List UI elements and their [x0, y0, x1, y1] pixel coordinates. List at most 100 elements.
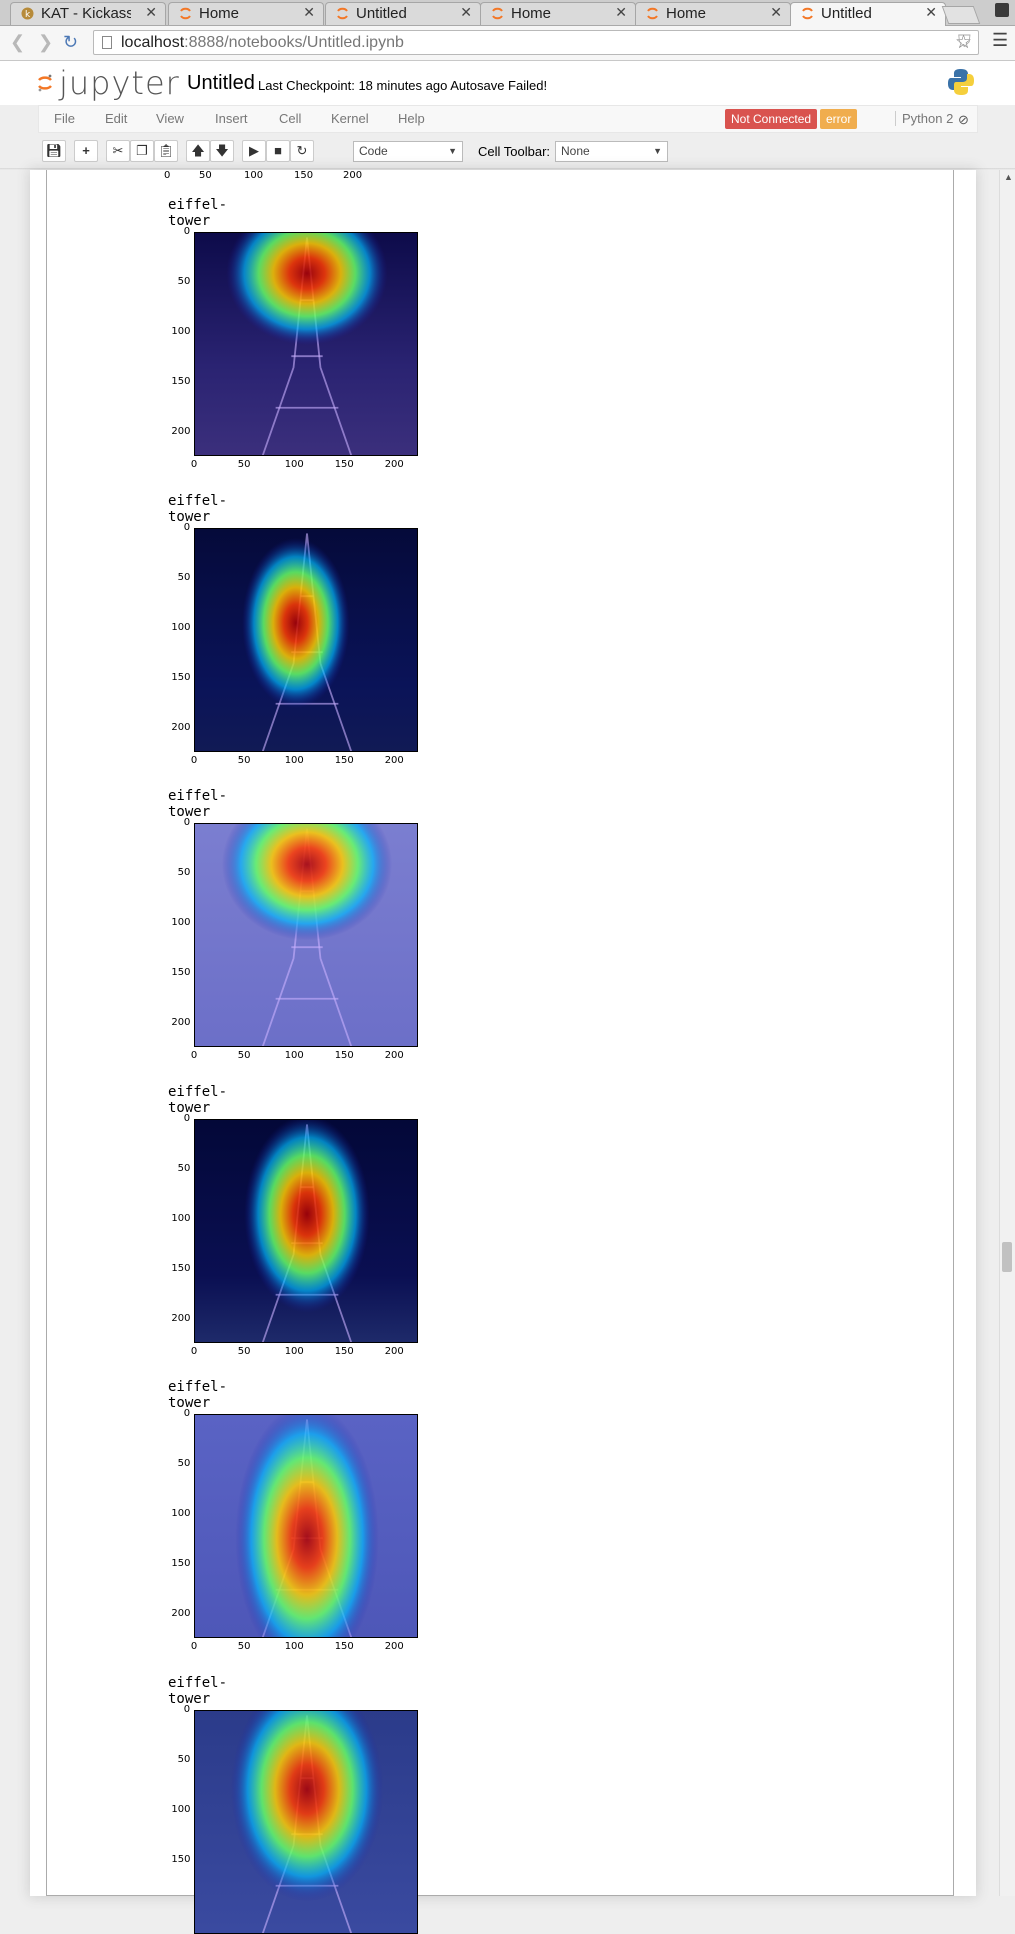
y-tick-label: 0: [183, 1408, 191, 1420]
y-tick-label: 150: [171, 967, 191, 979]
y-tick-label: 50: [177, 1162, 191, 1174]
page-scrollbar[interactable]: ▲: [999, 170, 1015, 1896]
shield-icon[interactable]: ⛉: [958, 32, 971, 52]
move-up-icon[interactable]: 🡅: [186, 140, 210, 162]
menu-insert[interactable]: Insert: [215, 111, 248, 126]
x-tick-label: 100: [284, 1641, 304, 1653]
stop-icon[interactable]: ■: [266, 140, 290, 162]
jupyter-icon: [802, 7, 813, 20]
x-tick-label: 200: [384, 1641, 404, 1653]
eiffel-tower-heatmap-graphic: [242, 532, 353, 751]
tab-title: Home: [666, 5, 707, 22]
x-tick-label: 200: [384, 754, 404, 766]
x-tick-label: 150: [334, 1345, 354, 1357]
y-tick-label: 100: [171, 326, 191, 337]
user-menu-icon[interactable]: [995, 3, 1009, 17]
y-tick-label: 150: [171, 1558, 191, 1570]
x-tick-label: 150: [334, 754, 354, 766]
jupyter-icon: [180, 7, 191, 20]
tab-close-icon[interactable]: ✕: [770, 4, 782, 21]
menu-help[interactable]: Help: [398, 111, 425, 126]
reload-icon[interactable]: ↻: [63, 32, 78, 53]
x-tick-label: 200: [384, 459, 404, 470]
browser-tab[interactable]: k KAT - Kickass To ✕: [10, 2, 166, 25]
y-tick-label: 200: [171, 1608, 191, 1620]
browser-menu-icon[interactable]: ☰: [992, 30, 1008, 51]
tab-close-icon[interactable]: ✕: [460, 4, 472, 21]
y-tick-label: 100: [171, 1212, 191, 1224]
browser-tab[interactable]: Untitled ✕: [325, 2, 481, 25]
x-tick-label: 0: [190, 1641, 198, 1653]
menu-edit[interactable]: Edit: [105, 111, 127, 126]
browser-tab[interactable]: Home ✕: [168, 2, 324, 25]
address-bar[interactable]: localhost:8888/notebooks/Untitled.ipynb …: [93, 30, 979, 55]
cell-type-select[interactable]: Code ▼: [353, 141, 463, 162]
menu-cell[interactable]: Cell: [279, 111, 301, 126]
insert-cell-icon[interactable]: +: [74, 140, 98, 162]
not-connected-badge[interactable]: Not Connected: [725, 109, 818, 129]
y-tick-label: 200: [171, 1312, 191, 1324]
back-icon[interactable]: ❮: [10, 32, 25, 53]
eiffel-tower-heatmap-graphic: [226, 233, 388, 455]
new-tab-button[interactable]: [941, 6, 981, 24]
x-tick-label: 100: [244, 170, 264, 181]
y-tick-label: 100: [171, 917, 191, 929]
move-down-icon[interactable]: 🡇: [210, 140, 234, 162]
output-label: eiffel-tower: [168, 1083, 228, 1116]
cell-toolbar-select[interactable]: None ▼: [555, 141, 668, 162]
y-tick-label: 200: [171, 1017, 191, 1029]
cut-icon[interactable]: ✂: [106, 140, 130, 162]
page-icon: [102, 36, 112, 49]
y-tick-label: 150: [171, 376, 191, 387]
scrollbar-thumb[interactable]: [1002, 1242, 1012, 1272]
heatmap-image: [194, 232, 418, 456]
y-tick-label: 0: [183, 1112, 191, 1124]
tab-close-icon[interactable]: ✕: [925, 4, 937, 21]
browser-tab[interactable]: Home ✕: [635, 2, 791, 25]
jupyter-icon: [492, 7, 503, 20]
menu-kernel[interactable]: Kernel: [331, 111, 369, 126]
y-tick-label: 150: [171, 1262, 191, 1274]
x-tick-label: 200: [384, 1345, 404, 1357]
paste-icon[interactable]: 📋︎: [154, 140, 178, 162]
heatmap-image: [194, 1118, 418, 1343]
tab-close-icon[interactable]: ✕: [615, 4, 627, 21]
y-tick-label: 0: [183, 1704, 191, 1715]
x-tick-label: 0: [190, 1345, 198, 1357]
save-icon[interactable]: 💾︎: [42, 140, 66, 162]
eiffel-tower-heatmap-graphic: [244, 1119, 370, 1342]
scroll-up-icon[interactable]: ▲: [1004, 172, 1013, 182]
x-tick-label: 150: [334, 1050, 354, 1062]
tab-close-icon[interactable]: ✕: [145, 4, 157, 21]
browser-tab-active[interactable]: Untitled ✕: [790, 2, 946, 26]
x-tick-label: 100: [284, 754, 304, 766]
forward-icon[interactable]: ❯: [38, 32, 53, 53]
x-tick-label: 150: [334, 459, 354, 470]
tab-close-icon[interactable]: ✕: [303, 4, 315, 21]
browser-tab[interactable]: Home ✕: [480, 2, 636, 25]
tab-title: Untitled: [356, 5, 407, 22]
y-tick-label: 150: [171, 671, 191, 683]
kernel-indicator-icon: ⊘: [958, 112, 969, 127]
notebook-toolbar: 💾︎ + ✂ ❐ 📋︎ 🡅 🡇 ▶ ■ ↻ Code ▼ Cell Toolbar…: [38, 138, 978, 166]
menu-view[interactable]: View: [156, 111, 184, 126]
tab-title: Home: [511, 5, 552, 22]
checkpoint-status: Last Checkpoint: 18 minutes ago Autosave…: [258, 78, 548, 93]
restart-icon[interactable]: ↻: [290, 140, 314, 162]
menu-file[interactable]: File: [54, 111, 75, 126]
run-icon[interactable]: ▶: [242, 140, 266, 162]
x-tick-label: 50: [237, 1641, 251, 1653]
notebook-name[interactable]: Untitled: [187, 72, 255, 95]
tab-title: KAT - Kickass To: [41, 5, 131, 22]
tab-title: Home: [199, 5, 240, 22]
y-tick-label: 100: [171, 621, 191, 633]
browser-tab-strip: k KAT - Kickass To ✕ Home ✕ Untitled ✕ H…: [0, 0, 1015, 26]
heatmap-image: [194, 823, 418, 1048]
y-tick-label: 0: [183, 226, 191, 237]
copy-icon[interactable]: ❐: [130, 140, 154, 162]
kat-icon: k: [21, 7, 34, 20]
x-tick-label: 50: [199, 170, 212, 181]
y-tick-label: 150: [171, 1854, 191, 1865]
error-badge[interactable]: error: [820, 109, 858, 129]
cell-toolbar-label: Cell Toolbar:: [478, 144, 551, 159]
